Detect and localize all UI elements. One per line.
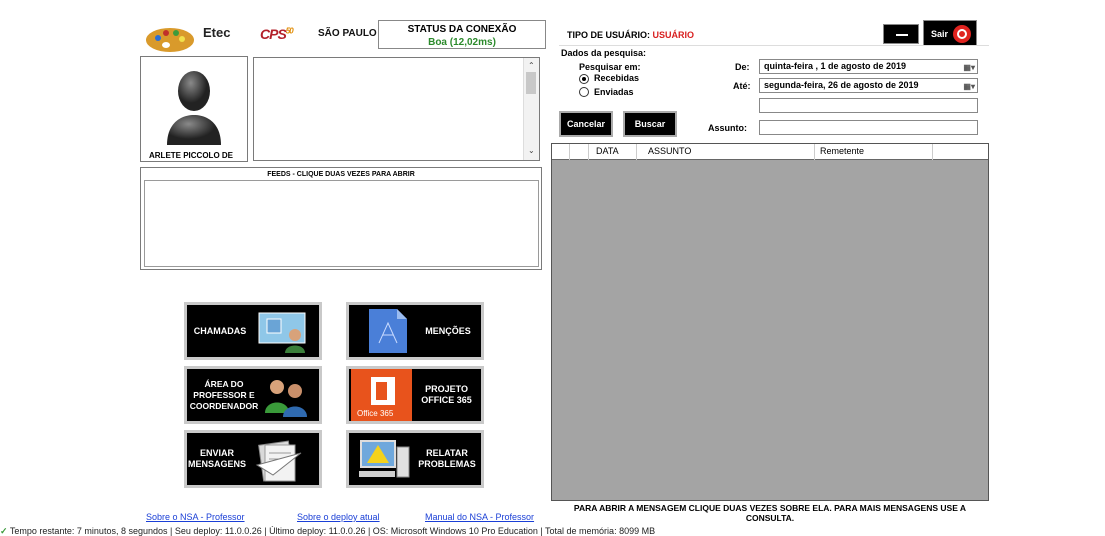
feed-scrollbar[interactable]: ⌃ ⌄	[523, 58, 539, 160]
etec-logo: Etec	[203, 25, 231, 40]
cps-logo: CPS50	[260, 26, 294, 42]
subject-label: Assunto:	[708, 123, 747, 133]
status-title: STATUS DA CONEXÃO	[407, 24, 517, 35]
tile-report-problems[interactable]: RELATAR PROBLEMAS	[346, 430, 484, 488]
teachers-icon	[265, 380, 307, 417]
office365-badge: Office 365	[357, 409, 394, 418]
scroll-down-icon[interactable]: ⌄	[528, 146, 535, 155]
user-name: ARLETE PICCOLO DE	[149, 151, 234, 160]
radio-sent-label: Enviadas	[594, 87, 634, 97]
radio-received[interactable]	[579, 74, 589, 84]
connection-status: STATUS DA CONEXÃO Boa (12,02ms)	[378, 20, 546, 49]
subject-input[interactable]	[759, 120, 978, 135]
calls-icon	[258, 312, 306, 353]
radio-received-label: Recebidas	[594, 73, 640, 83]
minimize-button[interactable]	[883, 24, 919, 44]
tile-calls[interactable]: CHAMADAS	[184, 302, 322, 360]
tile-office365[interactable]: Office 365 PROJETO OFFICE 365	[346, 366, 484, 424]
power-icon	[953, 25, 971, 43]
send-messages-icon	[255, 440, 302, 482]
tile-label: RELATAR PROBLEMAS	[418, 448, 476, 469]
tile-label: ENVIAR MENSAGENS	[187, 448, 246, 469]
to-date-value: segunda-feira, 26 de agosto de 2019	[764, 80, 919, 90]
link-about-deploy[interactable]: Sobre o deploy atual	[297, 512, 380, 522]
tile-mentions[interactable]: MENÇÕES	[346, 302, 484, 360]
from-label: De:	[735, 62, 750, 72]
office365-icon: Office 365	[351, 369, 413, 421]
user-type: TIPO DE USUÁRIO: USUÁRIO	[567, 30, 694, 40]
user-type-value: USUÁRIO	[652, 30, 695, 40]
mentions-icon	[369, 309, 407, 353]
status-bar: ✓ Tempo restante: 7 minutos, 8 segundos …	[0, 526, 1105, 536]
messages-grid[interactable]: DATA ASSUNTO Remetente	[551, 143, 989, 501]
tile-label: MENÇÕES	[425, 325, 471, 336]
report-problem-icon	[359, 440, 410, 478]
to-label: Até:	[733, 81, 751, 91]
check-icon: ✓	[0, 526, 8, 536]
from-date-picker[interactable]: quinta-feira , 1 de agosto de 2019 ▦▾	[759, 59, 978, 74]
exit-button[interactable]: Sair	[923, 20, 977, 46]
feed-textarea[interactable]: ⌃ ⌄	[253, 57, 540, 161]
calendar-dropdown-icon[interactable]: ▦▾	[963, 61, 975, 74]
scroll-up-icon[interactable]: ⌃	[528, 61, 535, 70]
grid-header: DATA ASSUNTO Remetente	[552, 144, 988, 160]
link-about-nsa[interactable]: Sobre o NSA - Professor	[146, 512, 245, 522]
user-type-label: TIPO DE USUÁRIO:	[567, 30, 651, 40]
feeds-label: FEEDS - CLIQUE DUAS VEZES PARA ABRIR	[267, 171, 415, 178]
search-in-label: Pesquisar em:	[579, 62, 641, 72]
col-subject[interactable]: ASSUNTO	[648, 146, 691, 156]
search-panel: Dados da pesquisa: Pesquisar em: Recebid…	[559, 45, 989, 141]
status-bar-text: Tempo restante: 7 minutos, 8 segundos | …	[9, 526, 656, 536]
sao-paulo-logo: SÃO PAULO	[318, 28, 377, 39]
scroll-thumb[interactable]	[526, 72, 536, 94]
tile-label: ÁREA DO PROFESSOR E COORDENADOR	[189, 378, 259, 411]
minimize-icon	[896, 34, 908, 36]
user-avatar-icon	[167, 71, 221, 145]
tile-label: CHAMADAS	[193, 325, 247, 336]
search-button[interactable]: Buscar	[623, 111, 677, 137]
from-date-value: quinta-feira , 1 de agosto de 2019	[764, 61, 907, 71]
feeds-list[interactable]	[144, 180, 539, 267]
extra-search-field[interactable]	[759, 98, 978, 113]
cancel-button[interactable]: Cancelar	[559, 111, 613, 137]
col-sender[interactable]: Remetente	[820, 146, 864, 156]
radio-sent[interactable]	[579, 87, 589, 97]
grid-hint: PARA ABRIR A MENSAGEM CLIQUE DUAS VEZES …	[573, 503, 967, 523]
calendar-dropdown-icon[interactable]: ▦▾	[963, 80, 975, 93]
link-manual-nsa[interactable]: Manual do NSA - Professor	[425, 512, 534, 522]
palette-logo-icon	[144, 24, 198, 54]
col-date[interactable]: DATA	[596, 146, 619, 156]
exit-label: Sair	[931, 29, 949, 39]
tile-teacher-area[interactable]: ÁREA DO PROFESSOR E COORDENADOR	[184, 366, 322, 424]
search-title: Dados da pesquisa:	[561, 48, 647, 58]
tile-label: PROJETO OFFICE 365	[421, 384, 472, 405]
status-value: Boa (12,02ms)	[428, 37, 496, 48]
to-date-picker[interactable]: segunda-feira, 26 de agosto de 2019 ▦▾	[759, 78, 978, 93]
profile-panel: ARLETE PICCOLO DE	[140, 56, 248, 162]
tile-send-messages[interactable]: ENVIAR MENSAGENS	[184, 430, 322, 488]
feeds-panel: FEEDS - CLIQUE DUAS VEZES PARA ABRIR	[140, 167, 542, 270]
